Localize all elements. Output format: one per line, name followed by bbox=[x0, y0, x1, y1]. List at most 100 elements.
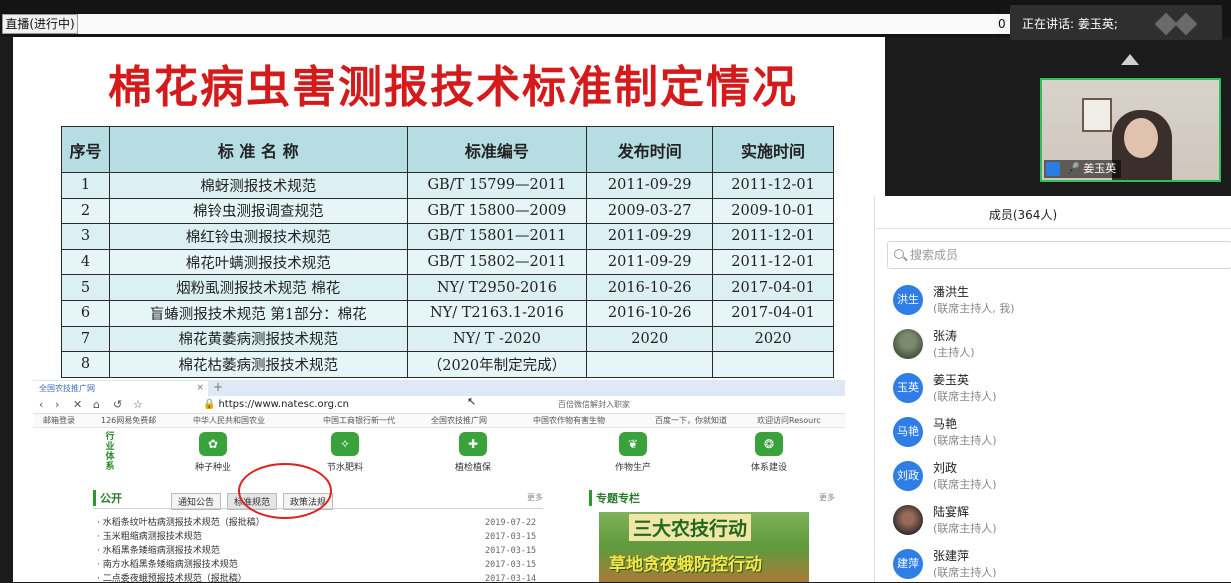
table-cell: （2020年制定完成） bbox=[406, 351, 588, 378]
table-cell: 3 bbox=[61, 223, 110, 250]
table-cell: 盲蝽测报技术规范 第1部分：棉花 bbox=[108, 299, 408, 327]
video-name-label: 🎤 姜玉英 bbox=[1044, 160, 1122, 178]
bookmark-item: 全国农技推广网 bbox=[431, 416, 487, 425]
member-role: (联席主持人) bbox=[933, 478, 997, 491]
bookmark-item: 中国农作物有害生物 bbox=[533, 416, 605, 425]
category-label: 种子种业 bbox=[194, 463, 231, 473]
category-water: ✧ 节水肥料 bbox=[305, 432, 385, 473]
member-role: (联席主持人) bbox=[933, 390, 997, 403]
table-header-cell: 发布时间 bbox=[586, 126, 714, 173]
member-item[interactable]: 建萍 张建萍 (联席主持人) bbox=[893, 545, 1223, 583]
site-vertical-label: 行业体系 bbox=[105, 432, 115, 472]
table-cell: 棉红铃虫测报技术规范 bbox=[108, 223, 408, 250]
member-role: (主持人) bbox=[933, 346, 975, 359]
special-section: 专题专栏 更多 三大农技行动 草地贪夜蛾防控行动 bbox=[589, 484, 845, 582]
table-row: 4 棉花叶螨测报技术规范 GB/T 15802—2011 2011-09-29 … bbox=[61, 248, 834, 276]
list-item: · 水稻条纹叶枯病测报技术规范（报批稿） 2019-07-22 bbox=[93, 516, 543, 530]
system-icon: ❂ bbox=[755, 432, 783, 456]
plant-protection-icon: ✚ bbox=[459, 432, 487, 456]
table-cell: 7 bbox=[61, 325, 110, 353]
mouse-cursor-icon: ↖ bbox=[467, 395, 477, 408]
special-section-title: 专题专栏 bbox=[589, 490, 640, 506]
member-name: 潘洪生 bbox=[933, 285, 970, 299]
members-panel: 成员(364人) 搜索成员 洪生 潘洪生 (联席主持人, 我) 张涛 (主持人)… bbox=[874, 196, 1231, 582]
table-cell: NY/ T2950-2016 bbox=[406, 274, 588, 301]
table-row: 1 棉蚜测报技术规范 GB/T 15799—2011 2011-09-29 20… bbox=[61, 172, 834, 199]
news-date: 2017-03-15 bbox=[485, 546, 537, 556]
news-date: 2017-03-15 bbox=[485, 532, 537, 542]
member-role: (联席主持人) bbox=[933, 434, 997, 447]
category-plant-protection: ✚ 植检植保 bbox=[433, 432, 513, 473]
table-cell: 6 bbox=[61, 299, 110, 327]
banner-title: 三大农技行动 bbox=[629, 514, 752, 541]
member-item[interactable]: 刘政 刘政 (联席主持人) bbox=[893, 457, 1223, 495]
member-item[interactable]: 洪生 潘洪生 (联席主持人, 我) bbox=[893, 281, 1223, 319]
member-item[interactable]: 陆宴辉 (联席主持人) bbox=[893, 501, 1223, 539]
list-item: · 水稻黑条矮缩病测报技术规范 2017-03-15 bbox=[93, 544, 543, 558]
top-bar-strip bbox=[78, 14, 998, 34]
browser-address-bar: ‹ › ✕ ⌂ ↺ ☆ 🔒 https://www.natesc.org.cn 百… bbox=[33, 396, 845, 414]
member-search-input[interactable]: 搜索成员 bbox=[887, 241, 1231, 269]
table-row: 5 烟粉虱测报技术规范 棉花 NY/ T2950-2016 2016-10-26… bbox=[61, 274, 834, 301]
forward-icon: › bbox=[55, 398, 60, 411]
news-title: · 南方水稻黑条矮缩病测报技术规范 bbox=[97, 560, 238, 570]
avatar bbox=[893, 505, 923, 535]
bookmark-item: 欢迎访问Resourc bbox=[757, 416, 821, 425]
table-cell: 2009-03-27 bbox=[586, 197, 714, 225]
video-name: 姜玉英 bbox=[1083, 162, 1117, 175]
table-cell bbox=[712, 351, 834, 378]
avatar: 刘政 bbox=[893, 461, 923, 491]
table-header-row: 序号 标 准 名 称 标准编号 发布时间 实施时间 bbox=[61, 126, 834, 173]
news-title: · 二点委夜蛾预报技术规范（报批稿） bbox=[97, 574, 247, 582]
member-role: (联席主持人) bbox=[933, 522, 997, 535]
table-row: 8 棉花枯萎病测报技术规范 （2020年制定完成） bbox=[61, 351, 834, 378]
live-status-button[interactable]: 直播(进行中) bbox=[2, 14, 78, 34]
star-icon: ☆ bbox=[133, 398, 143, 411]
news-date: 2017-03-14 bbox=[485, 574, 537, 582]
member-item[interactable]: 张涛 (主持人) bbox=[893, 325, 1223, 363]
member-role: (联席主持人) bbox=[933, 566, 997, 579]
user-icon bbox=[1046, 162, 1060, 176]
back-icon: ‹ bbox=[39, 398, 44, 411]
table-cell: 2011-09-29 bbox=[586, 223, 714, 250]
table-cell: GB/T 15799—2011 bbox=[406, 172, 588, 199]
browser-tab-strip: 全国农技推广网 × + bbox=[33, 380, 845, 396]
highlight-annotation bbox=[238, 463, 332, 519]
table-cell: GB/T 15801—2011 bbox=[406, 223, 588, 250]
table-cell: 2016-10-26 bbox=[586, 299, 714, 327]
table-cell: 棉铃虫测报调查规范 bbox=[108, 197, 408, 225]
table-cell: 1 bbox=[61, 172, 110, 199]
video-tile[interactable]: 🎤 姜玉英 bbox=[1040, 78, 1221, 182]
table-cell: 2011-12-01 bbox=[712, 172, 834, 199]
embedded-browser-screenshot: 全国农技推广网 × + ‹ › ✕ ⌂ ↺ ☆ 🔒 https://www.nat… bbox=[33, 380, 845, 582]
table-cell: 4 bbox=[61, 248, 110, 276]
browser-search-hint: 百倍微信解封入职家 bbox=[558, 400, 630, 409]
table-cell: 棉花枯萎病测报技术规范 bbox=[108, 351, 408, 378]
slide-title: 棉花病虫害测报技术标准制定情况 bbox=[108, 62, 798, 113]
bookmarks-bar: 邮箱登录 126网易免费邮 中华人民共和国农业 中国工商银行新一代 全国农技推广… bbox=[33, 414, 845, 428]
scroll-up-icon[interactable] bbox=[1121, 54, 1139, 65]
table-cell: 2009-10-01 bbox=[712, 197, 834, 225]
zoom-value[interactable]: 0 bbox=[996, 14, 1010, 34]
table-cell: GB/T 15802—2011 bbox=[406, 248, 588, 276]
list-item: · 玉米粗缩病测报技术规范 2017-03-15 bbox=[93, 530, 543, 544]
top-bar: 直播(进行中) 0 正在讲话: 姜玉英; bbox=[0, 0, 1231, 40]
member-name: 张建萍 bbox=[933, 549, 970, 563]
wall-frame bbox=[1082, 98, 1112, 132]
member-item[interactable]: 玉英 姜玉英 (联席主持人) bbox=[893, 369, 1223, 407]
avatar bbox=[893, 329, 923, 359]
bookmark-item: 中国工商银行新一代 bbox=[323, 416, 395, 425]
close-icon: ✕ bbox=[73, 398, 83, 411]
speaking-indicator: 正在讲话: 姜玉英; bbox=[1010, 5, 1222, 40]
crop-icon: ❦ bbox=[619, 432, 647, 456]
divider bbox=[875, 228, 1231, 229]
member-item[interactable]: 马艳 马艳 (联席主持人) bbox=[893, 413, 1223, 451]
browser-url-text: https://www.natesc.org.cn bbox=[218, 399, 349, 410]
table-cell: 棉蚜测报技术规范 bbox=[108, 172, 408, 199]
public-section-title: 公开 bbox=[93, 490, 122, 506]
speaker-face bbox=[1124, 118, 1158, 158]
more-link: 更多 bbox=[819, 493, 835, 502]
member-name: 张涛 bbox=[933, 329, 958, 343]
table-cell: 2020 bbox=[586, 325, 714, 353]
table-cell: 2011-12-01 bbox=[712, 223, 834, 250]
